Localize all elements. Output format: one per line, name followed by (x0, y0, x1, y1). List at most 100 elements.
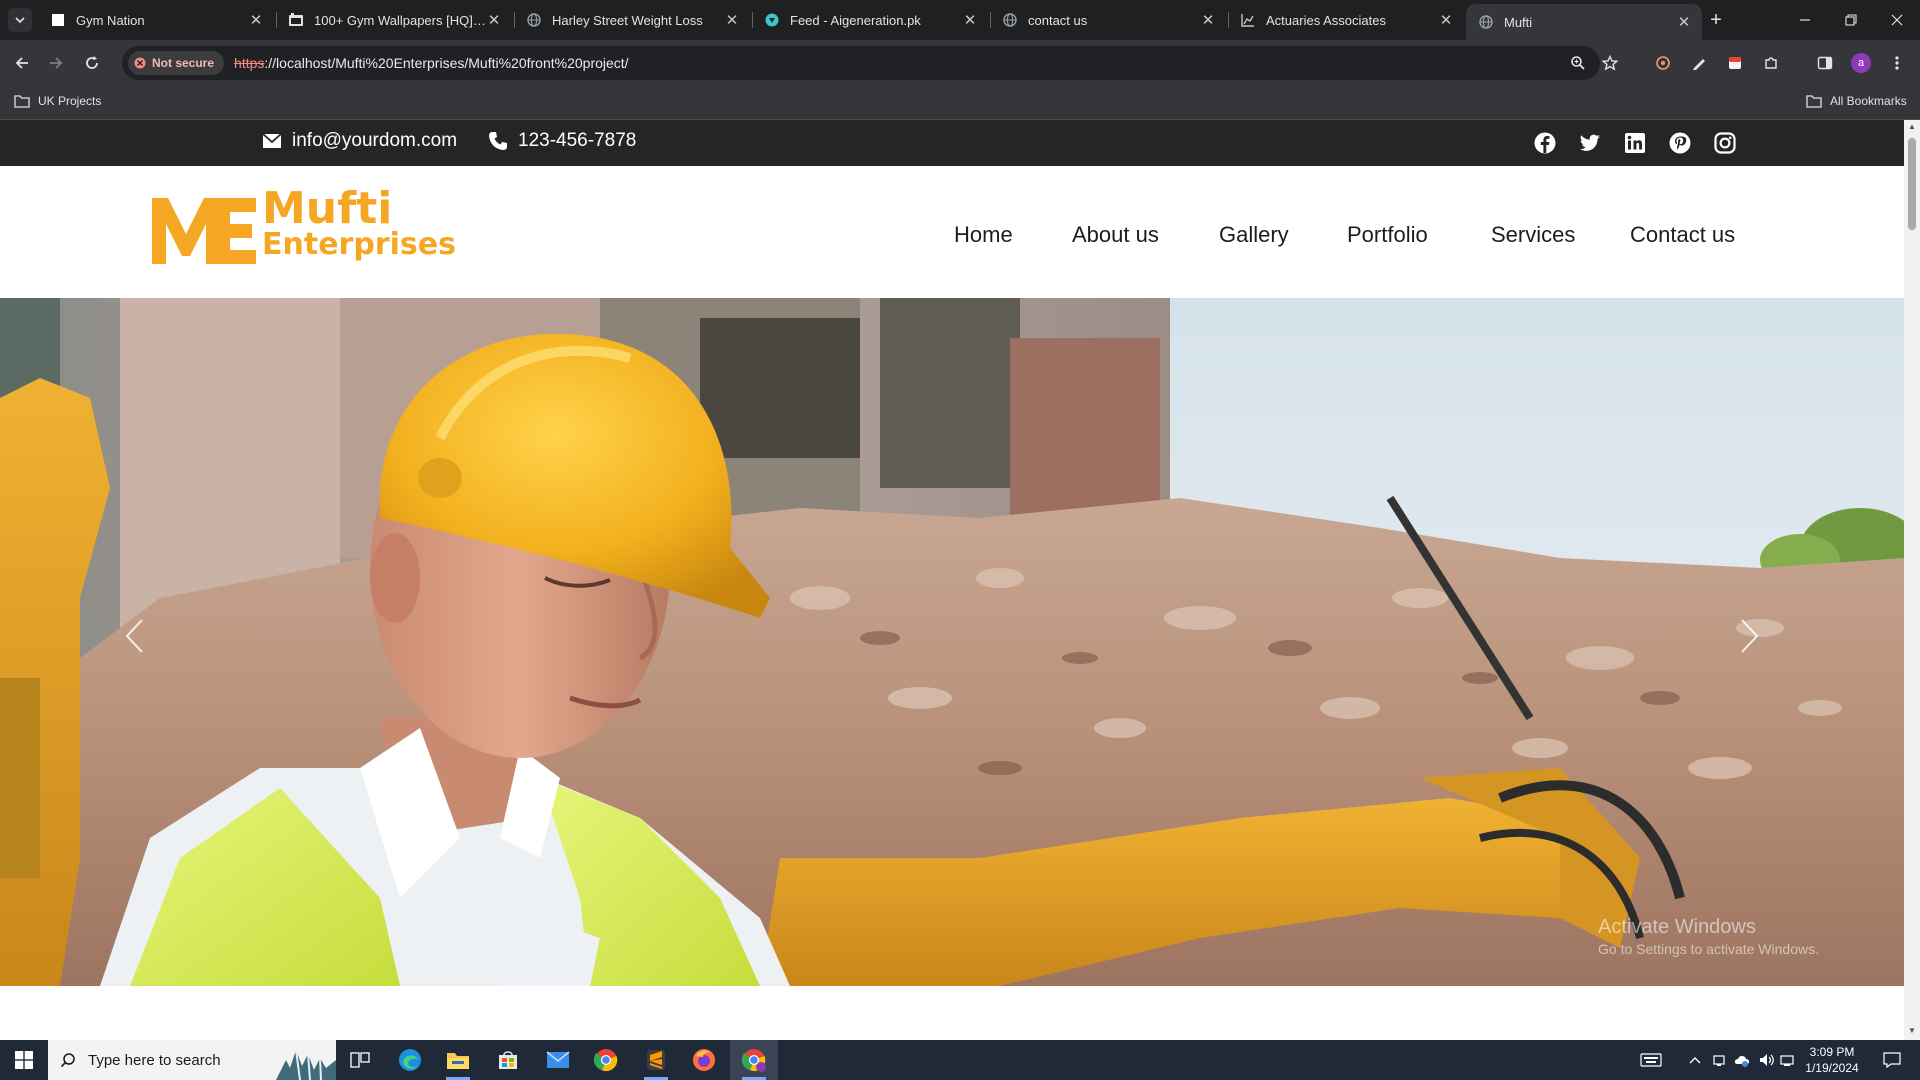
logo-line-2: Enterprises (262, 228, 456, 262)
edge-app[interactable] (386, 1040, 434, 1080)
contact-bar: info@yourdom.com 123-456-7878 (0, 120, 1904, 166)
minimize-icon (1799, 14, 1811, 26)
avatar[interactable]: a (1850, 52, 1872, 74)
linkedin-icon[interactable] (1623, 131, 1647, 155)
pen-extension-icon[interactable] (1688, 52, 1710, 74)
zoom-icon[interactable] (1568, 53, 1588, 73)
bookmark-star-icon[interactable] (1600, 53, 1620, 73)
scroll-down-arrow[interactable]: ▼ (1907, 1026, 1917, 1036)
email-link[interactable]: info@yourdom.com (262, 130, 457, 152)
page-icon (50, 12, 66, 28)
close-icon[interactable]: ✕ (1676, 14, 1692, 30)
tab-gym-wallpapers[interactable]: 100+ Gym Wallpapers [HQ] | Do ✕ (276, 4, 512, 36)
nav-home[interactable]: Home (954, 222, 1013, 248)
tab-title: contact us (1028, 13, 1200, 28)
shield-icon (764, 12, 780, 28)
url-text[interactable]: https://localhost/Mufti%20Enterprises/Mu… (234, 55, 629, 71)
close-window-button[interactable] (1874, 0, 1920, 40)
carousel-next-button[interactable] (1740, 618, 1780, 668)
nav-about-us[interactable]: About us (1072, 222, 1159, 248)
tab-contact-us[interactable]: contact us ✕ (990, 4, 1226, 36)
system-clock[interactable]: 3:09 PM 1/19/2024 (1792, 1044, 1872, 1076)
forward-button[interactable] (42, 49, 70, 77)
start-button[interactable] (0, 1040, 48, 1080)
security-chip[interactable]: Not secure (128, 51, 224, 75)
instagram-icon[interactable] (1713, 131, 1737, 155)
phone-link[interactable]: 123-456-7878 (488, 130, 636, 152)
file-explorer-app[interactable] (434, 1040, 482, 1080)
keyboard-icon[interactable] (1636, 1040, 1666, 1080)
close-icon[interactable]: ✕ (1200, 12, 1216, 28)
chrome-app[interactable] (582, 1040, 630, 1080)
task-view-button[interactable] (336, 1040, 384, 1080)
facebook-icon[interactable] (1533, 131, 1557, 155)
logo[interactable]: Mufti Enterprises (150, 190, 440, 270)
notifications-icon[interactable] (1874, 1040, 1910, 1080)
edge-icon (398, 1048, 422, 1072)
volume-icon[interactable] (1756, 1040, 1778, 1080)
tab-harley-street[interactable]: Harley Street Weight Loss ✕ (514, 4, 750, 36)
arrow-left-icon (14, 55, 30, 71)
bookmarks-bar: UK Projects All Bookmarks (0, 86, 1920, 120)
bookmark-label: UK Projects (38, 94, 101, 108)
page-scrollbar[interactable]: ▲ ▼ (1904, 120, 1920, 1040)
page-viewport: info@yourdom.com 123-456-7878 (0, 120, 1920, 1040)
pdf-extension-icon[interactable] (1724, 52, 1746, 74)
close-icon[interactable]: ✕ (962, 12, 978, 28)
back-button[interactable] (8, 49, 36, 77)
envelope-icon (262, 133, 282, 149)
all-bookmarks-button[interactable]: All Bookmarks (1806, 94, 1907, 108)
tab-search-button[interactable] (8, 8, 32, 32)
bookmark-label: All Bookmarks (1830, 94, 1907, 108)
clock-date: 1/19/2024 (1792, 1060, 1872, 1076)
puzzle-extensions-icon[interactable] (1760, 52, 1782, 74)
chrome-icon (594, 1048, 618, 1072)
scroll-up-arrow[interactable]: ▲ (1907, 122, 1917, 132)
onedrive-icon[interactable] (1730, 1040, 1754, 1080)
meet-now-icon[interactable] (1708, 1040, 1730, 1080)
globe-icon (526, 12, 542, 28)
close-icon[interactable]: ✕ (248, 12, 264, 28)
reload-button[interactable] (78, 49, 106, 77)
chevron-down-icon (14, 14, 26, 26)
globe-icon (1478, 14, 1494, 30)
close-icon[interactable]: ✕ (486, 12, 502, 28)
mail-app[interactable] (534, 1040, 582, 1080)
side-panel-icon[interactable] (1814, 52, 1836, 74)
twitter-icon[interactable] (1578, 131, 1602, 155)
pinterest-icon[interactable] (1668, 131, 1692, 155)
sublime-text-app[interactable] (632, 1040, 680, 1080)
bookmark-folder-uk-projects[interactable]: UK Projects (14, 94, 101, 108)
tab-actuaries[interactable]: Actuaries Associates ✕ (1228, 4, 1464, 36)
chrome-active-app[interactable] (730, 1040, 778, 1080)
minimize-button[interactable] (1782, 0, 1828, 40)
sublime-icon (646, 1049, 666, 1071)
reload-icon (84, 55, 100, 71)
chevron-right-icon (1740, 618, 1760, 654)
scrollbar-thumb[interactable] (1908, 138, 1916, 230)
close-icon[interactable]: ✕ (1438, 12, 1454, 28)
new-tab-button[interactable]: + (1704, 8, 1728, 32)
tab-aigeneration[interactable]: Feed - Aigeneration.pk ✕ (752, 4, 988, 36)
carousel-prev-button[interactable] (124, 618, 164, 668)
extension-icon[interactable] (1652, 52, 1674, 74)
firefox-app[interactable] (680, 1040, 728, 1080)
nav-portfolio[interactable]: Portfolio (1347, 222, 1428, 248)
security-label: Not secure (152, 56, 214, 70)
taskbar-search-input[interactable]: Type here to search (48, 1040, 336, 1080)
avatar-initial: a (1850, 52, 1872, 74)
tab-strip: Gym Nation ✕ 100+ Gym Wallpapers [HQ] | … (0, 0, 1920, 40)
restore-button[interactable] (1828, 0, 1874, 40)
close-icon[interactable]: ✕ (724, 12, 740, 28)
nav-services[interactable]: Services (1491, 222, 1575, 248)
address-bar[interactable]: Not secure https://localhost/Mufti%20Ent… (122, 46, 1600, 80)
tab-mufti[interactable]: Mufti ✕ (1466, 4, 1702, 40)
kebab-menu-icon[interactable] (1886, 52, 1908, 74)
nav-contact-us[interactable]: Contact us (1630, 222, 1735, 248)
tab-gym-nation[interactable]: Gym Nation ✕ (38, 4, 274, 36)
microsoft-store-app[interactable] (484, 1040, 532, 1080)
tab-title: Feed - Aigeneration.pk (790, 13, 962, 28)
chevron-up-icon[interactable] (1684, 1040, 1706, 1080)
nav-gallery[interactable]: Gallery (1219, 222, 1289, 248)
phone-text: 123-456-7878 (518, 130, 636, 152)
